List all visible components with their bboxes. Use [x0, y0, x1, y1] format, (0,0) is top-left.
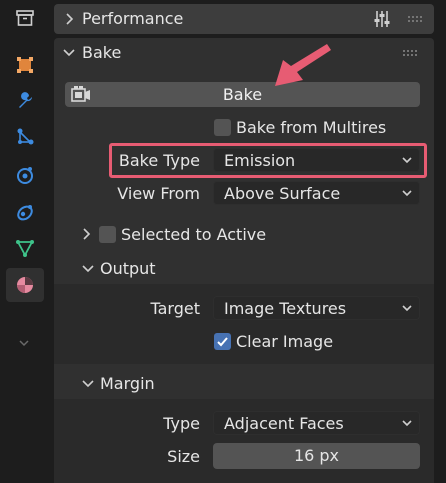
selected-to-active-label: Selected to Active — [121, 225, 267, 244]
chevron-right-icon — [83, 228, 91, 240]
performance-panel-header[interactable]: Performance — [54, 4, 434, 34]
bake-from-multires-checkbox[interactable] — [214, 119, 231, 136]
margin-type-label: Type — [163, 414, 200, 433]
archive-box-icon — [16, 10, 34, 26]
output-subpanel: Target Image Textures Clear Image — [54, 284, 434, 364]
margin-type-value: Adjacent Faces — [224, 414, 344, 433]
selected-to-active-header[interactable]: Selected to Active — [54, 222, 434, 248]
mesh-data-icon — [16, 240, 34, 257]
margin-size-field[interactable]: 16 px — [213, 443, 420, 469]
target-dropdown[interactable]: Image Textures — [213, 296, 420, 320]
view-from-label: View From — [117, 184, 200, 203]
target-value: Image Textures — [224, 299, 347, 318]
selected-to-active-checkbox[interactable] — [99, 226, 116, 243]
bake-from-multires-label[interactable]: Bake from Multires — [236, 118, 386, 137]
chevron-down-icon — [402, 190, 412, 197]
material-sphere-icon — [17, 277, 33, 293]
chevron-right-icon — [66, 13, 74, 25]
bake-button-label: Bake — [222, 85, 263, 104]
margin-type-dropdown[interactable]: Adjacent Faces — [213, 411, 420, 435]
collection-tab[interactable] — [6, 1, 44, 35]
checkmark-icon — [217, 337, 228, 347]
chevron-down-icon — [82, 380, 94, 388]
constraint-icon — [17, 205, 33, 221]
target-label: Target — [150, 299, 201, 318]
bake-button[interactable]: Bake — [65, 82, 420, 107]
drag-handle-icon[interactable] — [402, 49, 418, 57]
margin-subpanel-title: Margin — [100, 374, 155, 393]
object-tab[interactable] — [6, 48, 44, 82]
margin-subpanel-header[interactable]: Margin — [54, 371, 434, 397]
wrench-icon — [19, 92, 33, 108]
more-tabs-chevron-icon[interactable] — [18, 332, 30, 351]
bake-panel-header[interactable]: Bake — [54, 38, 434, 68]
performance-panel-title: Performance — [82, 9, 184, 28]
clear-image-label[interactable]: Clear Image — [236, 332, 333, 351]
output-subpanel-header[interactable]: Output — [54, 256, 434, 282]
chevron-down-icon — [82, 265, 94, 273]
modifier-tab[interactable] — [6, 83, 44, 117]
margin-subpanel: Type Adjacent Faces Size 16 px — [54, 399, 434, 483]
chevron-down-icon — [402, 420, 412, 427]
view-from-value: Above Surface — [224, 184, 341, 203]
constraint-tab[interactable] — [6, 195, 44, 229]
annotation-arrow-icon — [275, 44, 331, 86]
bake-panel-title: Bake — [82, 43, 122, 62]
particles-tab[interactable] — [6, 120, 44, 154]
data-tab[interactable] — [6, 231, 44, 265]
particles-icon — [17, 128, 34, 145]
physics-icon — [17, 167, 33, 184]
chevron-down-icon — [63, 49, 75, 57]
view-from-dropdown[interactable]: Above Surface — [213, 181, 420, 205]
material-tab[interactable] — [6, 268, 44, 302]
bake-type-highlight-box — [109, 143, 427, 178]
physics-tab[interactable] — [6, 158, 44, 192]
properties-region: Performance Bake Bake Bake from Multires… — [49, 0, 446, 483]
sliders-icon[interactable] — [372, 9, 392, 29]
margin-size-label: Size — [167, 447, 200, 466]
drag-handle-icon[interactable] — [407, 15, 423, 23]
clear-image-checkbox[interactable] — [214, 333, 231, 350]
object-square-icon — [17, 57, 33, 73]
properties-tab-strip — [0, 0, 49, 483]
output-subpanel-title: Output — [100, 259, 156, 278]
chevron-down-icon — [402, 305, 412, 312]
bake-panel: Bake Bake Bake from Multires Bake Type E… — [54, 38, 434, 483]
